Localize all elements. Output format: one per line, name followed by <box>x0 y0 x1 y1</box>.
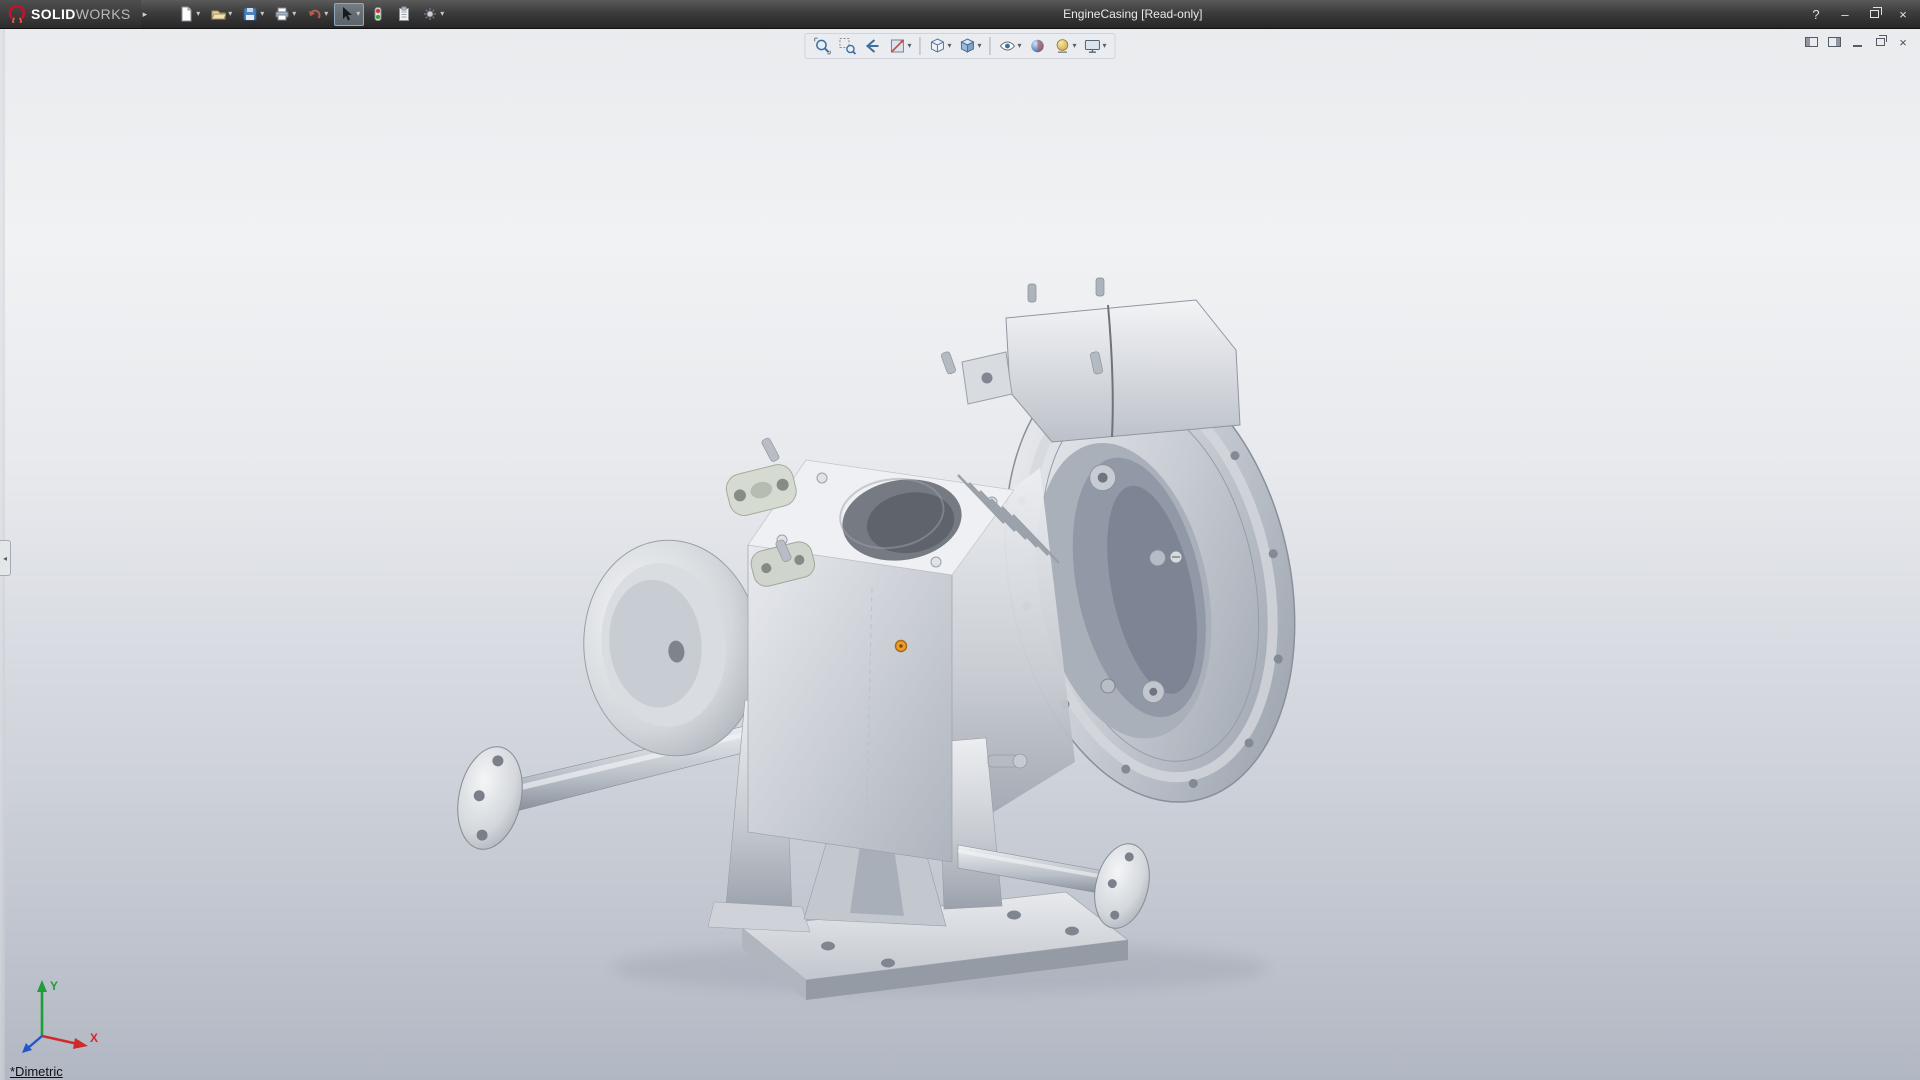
doc-minimize-icon <box>1853 45 1862 47</box>
view-orientation-label: *Dimetric <box>10 1064 63 1079</box>
undo-icon <box>306 6 322 22</box>
dropdown-arrow[interactable]: ▾ <box>196 10 200 18</box>
pane-right-button[interactable] <box>1827 35 1841 49</box>
brand-text: SOLIDWORKS <box>31 6 131 22</box>
new-document-button[interactable]: ▾ <box>174 3 204 26</box>
display-style-button[interactable]: ▾ <box>955 35 984 57</box>
dropdown-arrow[interactable]: ▾ <box>947 42 951 50</box>
document-window-controls: × <box>1804 35 1910 49</box>
feature-panel-collapse-tab[interactable]: ◂ <box>0 540 11 576</box>
view-orientation-button[interactable]: ▾ <box>925 35 954 57</box>
orientation-triad: Y X <box>16 972 108 1054</box>
hide-show-eye-icon <box>999 37 1017 55</box>
restore-button[interactable] <box>1861 5 1887 24</box>
toolbar-separator <box>919 37 920 55</box>
toolbar-collapse-chevron[interactable]: ▸ <box>143 9 148 20</box>
window-controls: ? – × <box>1803 0 1916 28</box>
edit-appearance-sphere-icon <box>1029 37 1047 55</box>
rebuild-icon <box>370 6 386 22</box>
main-toolbar: ▾ ▾ ▾ ▾ ▾ <box>173 3 449 26</box>
doc-minimize-button[interactable] <box>1850 35 1864 49</box>
select-cursor-icon <box>338 6 354 22</box>
zoom-to-fit-button[interactable] <box>810 35 834 57</box>
print-button[interactable]: ▾ <box>270 3 300 26</box>
dropdown-arrow[interactable]: ▾ <box>324 10 328 18</box>
help-button[interactable]: ? <box>1803 5 1829 24</box>
stud-bolt[interactable] <box>761 437 780 462</box>
doc-restore-icon <box>1876 38 1885 46</box>
view-settings-button[interactable]: ▾ <box>1081 35 1110 57</box>
solidworks-logo: SOLIDWORKS <box>0 0 141 28</box>
hide-show-items-button[interactable]: ▾ <box>996 35 1025 57</box>
section-view-icon <box>888 37 906 55</box>
new-document-icon <box>178 6 194 22</box>
save-button[interactable]: ▾ <box>238 3 268 26</box>
section-view-button[interactable]: ▾ <box>885 35 914 57</box>
dropdown-arrow[interactable]: ▾ <box>907 42 911 50</box>
open-icon <box>210 6 226 22</box>
open-button[interactable]: ▾ <box>206 3 236 26</box>
file-properties-icon <box>396 6 412 22</box>
undo-button[interactable]: ▾ <box>302 3 332 26</box>
dropdown-arrow[interactable]: ▾ <box>228 10 232 18</box>
zoom-to-fit-icon <box>813 37 831 55</box>
titlebar: SOLIDWORKS ▸ ▾ ▾ ▾ <box>0 0 1920 29</box>
solidworks-logo-icon <box>8 5 26 23</box>
dropdown-arrow[interactable]: ▾ <box>356 10 360 18</box>
selection-point-marker[interactable] <box>896 641 907 652</box>
window-title: EngineCasing [Read-only] <box>1063 7 1202 21</box>
axis-label-y: Y <box>50 979 58 993</box>
rebuild-button[interactable] <box>366 3 390 26</box>
pane-right-icon <box>1828 37 1841 47</box>
axis-label-x: X <box>90 1031 98 1045</box>
view-settings-monitor-icon <box>1084 37 1102 55</box>
engine-casing-model[interactable] <box>0 0 1920 1080</box>
print-icon <box>274 6 290 22</box>
file-properties-button[interactable] <box>392 3 416 26</box>
edit-appearance-button[interactable] <box>1026 35 1050 57</box>
zoom-to-area-button[interactable] <box>835 35 859 57</box>
zoom-to-area-icon <box>838 37 856 55</box>
dropdown-arrow[interactable]: ▾ <box>440 10 444 18</box>
display-style-icon <box>958 37 976 55</box>
previous-view-button[interactable] <box>860 35 884 57</box>
close-button[interactable]: × <box>1890 5 1916 24</box>
minimize-button[interactable]: – <box>1832 5 1858 24</box>
pane-left-button[interactable] <box>1804 35 1818 49</box>
apply-scene-icon <box>1054 37 1072 55</box>
dropdown-arrow[interactable]: ▾ <box>1073 42 1077 50</box>
heads-up-view-toolbar: ▾ ▾ ▾ ▾ <box>804 33 1115 59</box>
top-cover[interactable] <box>940 278 1240 442</box>
restore-icon <box>1870 10 1879 18</box>
view-orientation-cube-icon <box>928 37 946 55</box>
pane-left-icon <box>1805 37 1818 47</box>
options-button[interactable]: ▾ <box>418 3 448 26</box>
options-gear-icon <box>422 6 438 22</box>
previous-view-icon <box>863 37 881 55</box>
left-engine-mount-shaft[interactable] <box>449 721 771 855</box>
dropdown-arrow[interactable]: ▾ <box>1018 42 1022 50</box>
save-icon <box>242 6 258 22</box>
doc-restore-button[interactable] <box>1873 35 1887 49</box>
select-tool-button[interactable]: ▾ <box>334 3 364 26</box>
doc-close-button[interactable]: × <box>1896 35 1910 49</box>
dropdown-arrow[interactable]: ▾ <box>292 10 296 18</box>
dropdown-arrow[interactable]: ▾ <box>977 42 981 50</box>
toolbar-separator <box>990 37 991 55</box>
apply-scene-button[interactable]: ▾ <box>1051 35 1080 57</box>
dropdown-arrow[interactable]: ▾ <box>260 10 264 18</box>
dropdown-arrow[interactable]: ▾ <box>1103 42 1107 50</box>
